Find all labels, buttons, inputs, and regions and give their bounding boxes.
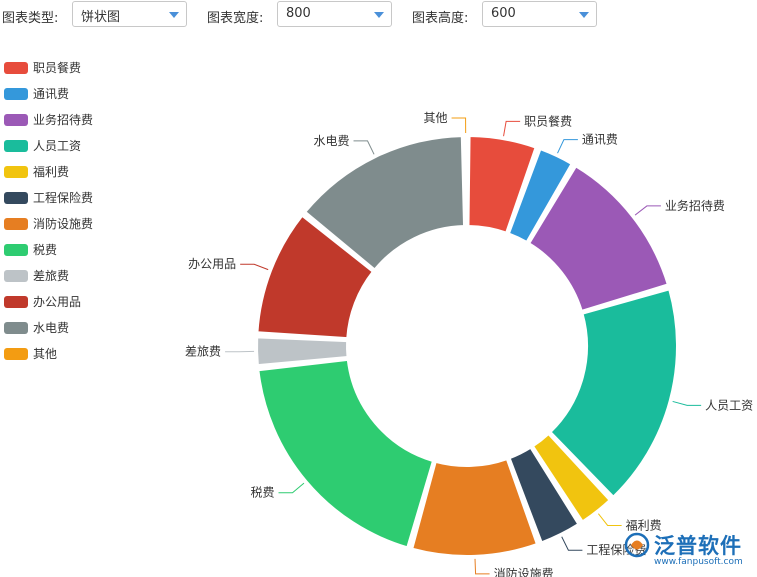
slice-label: 其他 (424, 111, 448, 125)
label-leader-line (557, 139, 578, 154)
label-leader-line (561, 536, 583, 551)
label-leader-line (474, 558, 490, 575)
slice-label: 人员工资 (705, 398, 753, 412)
label-leader-line (353, 140, 375, 155)
label-leader-line (240, 263, 269, 271)
slice-label: 消防设施费 (494, 566, 554, 577)
slice-label: 水电费 (314, 134, 350, 148)
pie-slice[interactable] (463, 135, 468, 228)
label-leader-line (503, 120, 521, 137)
slice-label: 办公用品 (188, 256, 236, 271)
label-leader-line (278, 482, 305, 494)
watermark: 泛普软件 www.fanpusoft.com (624, 528, 749, 576)
label-leader-line (451, 117, 467, 134)
slice-label: 差旅费 (185, 345, 221, 359)
slice-label: 通讯费 (582, 133, 618, 147)
watermark-text: 泛普软件 (654, 534, 742, 558)
pie-slice[interactable] (257, 358, 434, 549)
label-leader-line (634, 205, 661, 216)
slice-label: 职员餐费 (524, 113, 572, 128)
slice-label: 税费 (250, 486, 274, 500)
donut-chart: 职员餐费通讯费业务招待费人员工资福利费工程保险费消防设施费税费差旅费办公用品水电… (185, 111, 753, 577)
fanpu-logo-icon (624, 532, 650, 558)
slice-label: 业务招待费 (665, 198, 725, 213)
label-leader-line (597, 513, 622, 526)
watermark-url: www.fanpusoft.com (654, 557, 743, 567)
label-leader-line (672, 400, 702, 406)
